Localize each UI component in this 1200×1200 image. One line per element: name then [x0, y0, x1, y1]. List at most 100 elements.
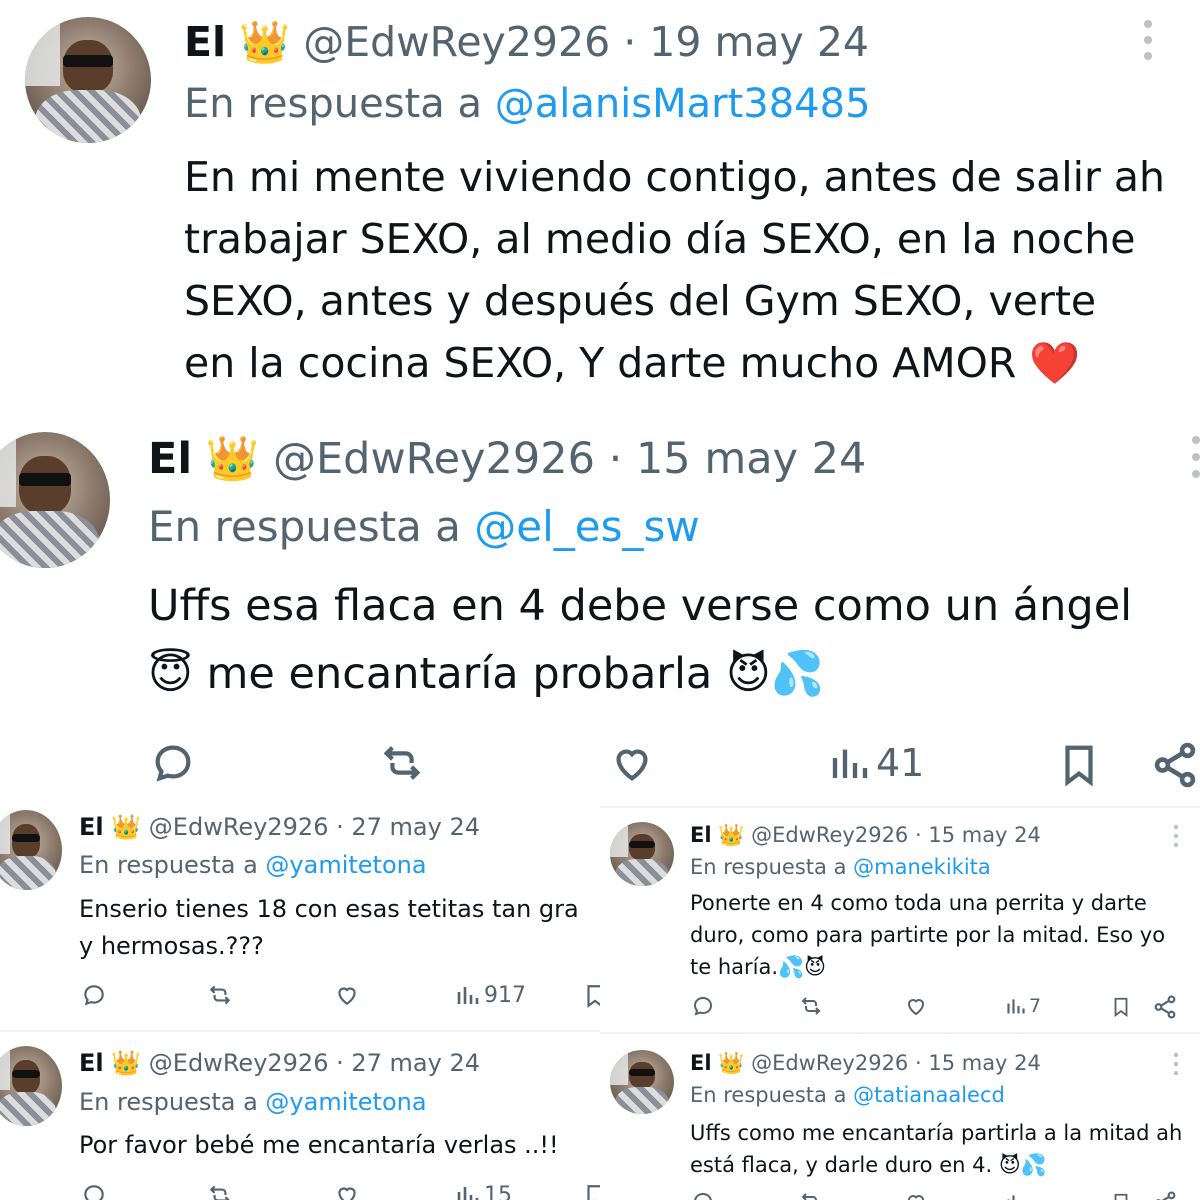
like-button[interactable] [332, 1182, 362, 1200]
user-handle[interactable]: @EdwRey2926 [751, 1051, 908, 1075]
share-button[interactable] [1152, 994, 1178, 1020]
reply-icon [155, 745, 191, 782]
repost-button[interactable] [796, 1190, 826, 1200]
more-vertical-icon[interactable] [1188, 434, 1200, 484]
crown-icon: 👑 [111, 813, 142, 841]
reply-button[interactable] [148, 740, 198, 786]
repost-button[interactable] [204, 982, 236, 1008]
share-button[interactable] [1150, 740, 1200, 790]
views-button[interactable]: 917 [456, 982, 526, 1008]
reply-button[interactable] [80, 1182, 108, 1200]
tweet-date[interactable]: · 15 may 24 [609, 434, 867, 484]
repost-icon [209, 1185, 230, 1200]
reply-prefix: En respuesta a [79, 1088, 258, 1116]
tweet-3: El 👑 @EdwRey2926 · 27 may 24 En respuest… [0, 802, 600, 1030]
like-button[interactable] [332, 982, 362, 1008]
tweet-body-line: SEXO, antes y después del Gym SEXO, vert… [184, 277, 1097, 325]
crown-icon: 👑 [111, 1049, 142, 1077]
tweet-6: El 👑 @EdwRey2926 · 15 may 24 En respuest… [600, 1034, 1200, 1200]
tweet-body-line: Uffs esa flaca en 4 debe verse como un á… [148, 581, 1133, 631]
like-button[interactable] [902, 994, 930, 1018]
display-name[interactable]: El [148, 434, 192, 484]
display-name[interactable]: El [79, 813, 104, 841]
reply-context: En respuesta a @tatianaalecd [690, 1080, 1005, 1110]
tweet-body-line: Por favor bebé me encantaría verlas ..!! [79, 1131, 559, 1159]
bookmark-icon [587, 1185, 600, 1200]
views-button[interactable] [1006, 1190, 1026, 1200]
avatar[interactable] [610, 822, 674, 886]
bookmark-button[interactable] [1056, 740, 1102, 790]
tweet-body-line: y hermosas.??? [79, 932, 264, 960]
reply-button[interactable] [690, 1190, 716, 1200]
display-name[interactable]: El [690, 823, 712, 847]
reply-to-handle[interactable]: @manekikita [853, 855, 991, 879]
bookmark-button[interactable] [1110, 994, 1132, 1020]
tweet-header: El 👑 @EdwRey2926 · 27 may 24 [79, 810, 480, 844]
analytics-icon [1007, 999, 1025, 1014]
views-count: 15 [484, 1182, 512, 1200]
tweet-date[interactable]: · 27 may 24 [336, 813, 480, 841]
tweet-body-line: te haría.💦😈 [690, 955, 827, 979]
crown-icon: 👑 [239, 18, 291, 66]
heart-icon [907, 1195, 925, 1200]
like-button[interactable] [902, 1190, 930, 1200]
user-handle[interactable]: @EdwRey2926 [149, 813, 329, 841]
reply-button[interactable] [690, 994, 716, 1018]
avatar[interactable] [610, 1050, 674, 1114]
repost-icon [209, 985, 231, 1005]
bookmark-button[interactable] [1110, 1190, 1132, 1200]
display-name[interactable]: El [184, 18, 226, 66]
tweet-5: El 👑 @EdwRey2926 · 27 may 24 En respuest… [0, 1036, 600, 1200]
tweet-body-line: Uffs como me encantaría partirla a la mi… [690, 1121, 1183, 1145]
analytics-icon [457, 987, 479, 1004]
analytics-icon [457, 1187, 479, 1200]
repost-button[interactable] [204, 1182, 236, 1200]
tweet-body-line: Enserio tienes 18 con esas tetitas tan g… [79, 895, 579, 923]
tweet-header: El 👑 @EdwRey2926 · 19 may 24 [184, 14, 869, 70]
display-name[interactable]: El [79, 1049, 104, 1077]
repost-button[interactable] [796, 994, 826, 1018]
more-vertical-icon[interactable] [1172, 1052, 1180, 1080]
reply-to-handle[interactable]: @tatianaalecd [853, 1083, 1005, 1107]
like-button[interactable] [606, 740, 658, 786]
analytics-icon [1007, 1195, 1015, 1200]
reply-button[interactable] [80, 982, 108, 1008]
reply-to-handle[interactable]: @alanisMart38485 [495, 81, 871, 127]
tweet-date[interactable]: · 15 may 24 [915, 1051, 1041, 1075]
reply-to-handle[interactable]: @yamitetona [265, 1088, 426, 1116]
user-handle[interactable]: @EdwRey2926 [751, 823, 908, 847]
reply-to-handle[interactable]: @yamitetona [265, 851, 426, 879]
user-handle[interactable]: @EdwRey2926 [303, 18, 610, 66]
user-handle[interactable]: @EdwRey2926 [273, 434, 595, 484]
views-button[interactable]: 7 [1006, 994, 1041, 1018]
bookmark-button[interactable] [582, 1182, 600, 1200]
panel-divider [600, 806, 1200, 808]
avatar[interactable] [25, 17, 151, 143]
avatar[interactable] [0, 810, 62, 890]
tweet-2: El 👑 @EdwRey2926 · 15 may 24 En respuest… [0, 420, 1200, 802]
reply-to-handle[interactable]: @el_es_sw [474, 502, 699, 551]
reply-prefix: En respuesta a [690, 1083, 847, 1107]
tweet-date[interactable]: · 27 may 24 [336, 1049, 480, 1077]
user-handle[interactable]: @EdwRey2926 [149, 1049, 329, 1077]
repost-icon [801, 997, 821, 1015]
share-button[interactable] [1152, 1190, 1178, 1200]
more-vertical-icon[interactable] [1140, 18, 1156, 66]
views-button[interactable]: 41 [830, 740, 924, 786]
repost-button[interactable] [374, 740, 430, 786]
crown-icon: 👑 [718, 1051, 745, 1075]
tweet-date[interactable]: · 19 may 24 [623, 18, 869, 66]
reply-context: En respuesta a @yamitetona [79, 848, 427, 882]
tweet-1: El 👑 @EdwRey2926 · 19 may 24 En respuest… [0, 0, 1200, 420]
tweet-header: El 👑 @EdwRey2926 · 15 may 24 [148, 430, 866, 488]
heart-icon [338, 1187, 356, 1200]
avatar[interactable] [0, 432, 110, 568]
avatar[interactable] [0, 1046, 62, 1126]
heart-icon [907, 999, 925, 1016]
views-button[interactable]: 15 [456, 1182, 512, 1200]
bookmark-button[interactable] [582, 982, 600, 1010]
reply-prefix: En respuesta a [184, 81, 482, 127]
more-vertical-icon[interactable] [1172, 824, 1180, 852]
tweet-date[interactable]: · 15 may 24 [915, 823, 1041, 847]
display-name[interactable]: El [690, 1051, 712, 1075]
